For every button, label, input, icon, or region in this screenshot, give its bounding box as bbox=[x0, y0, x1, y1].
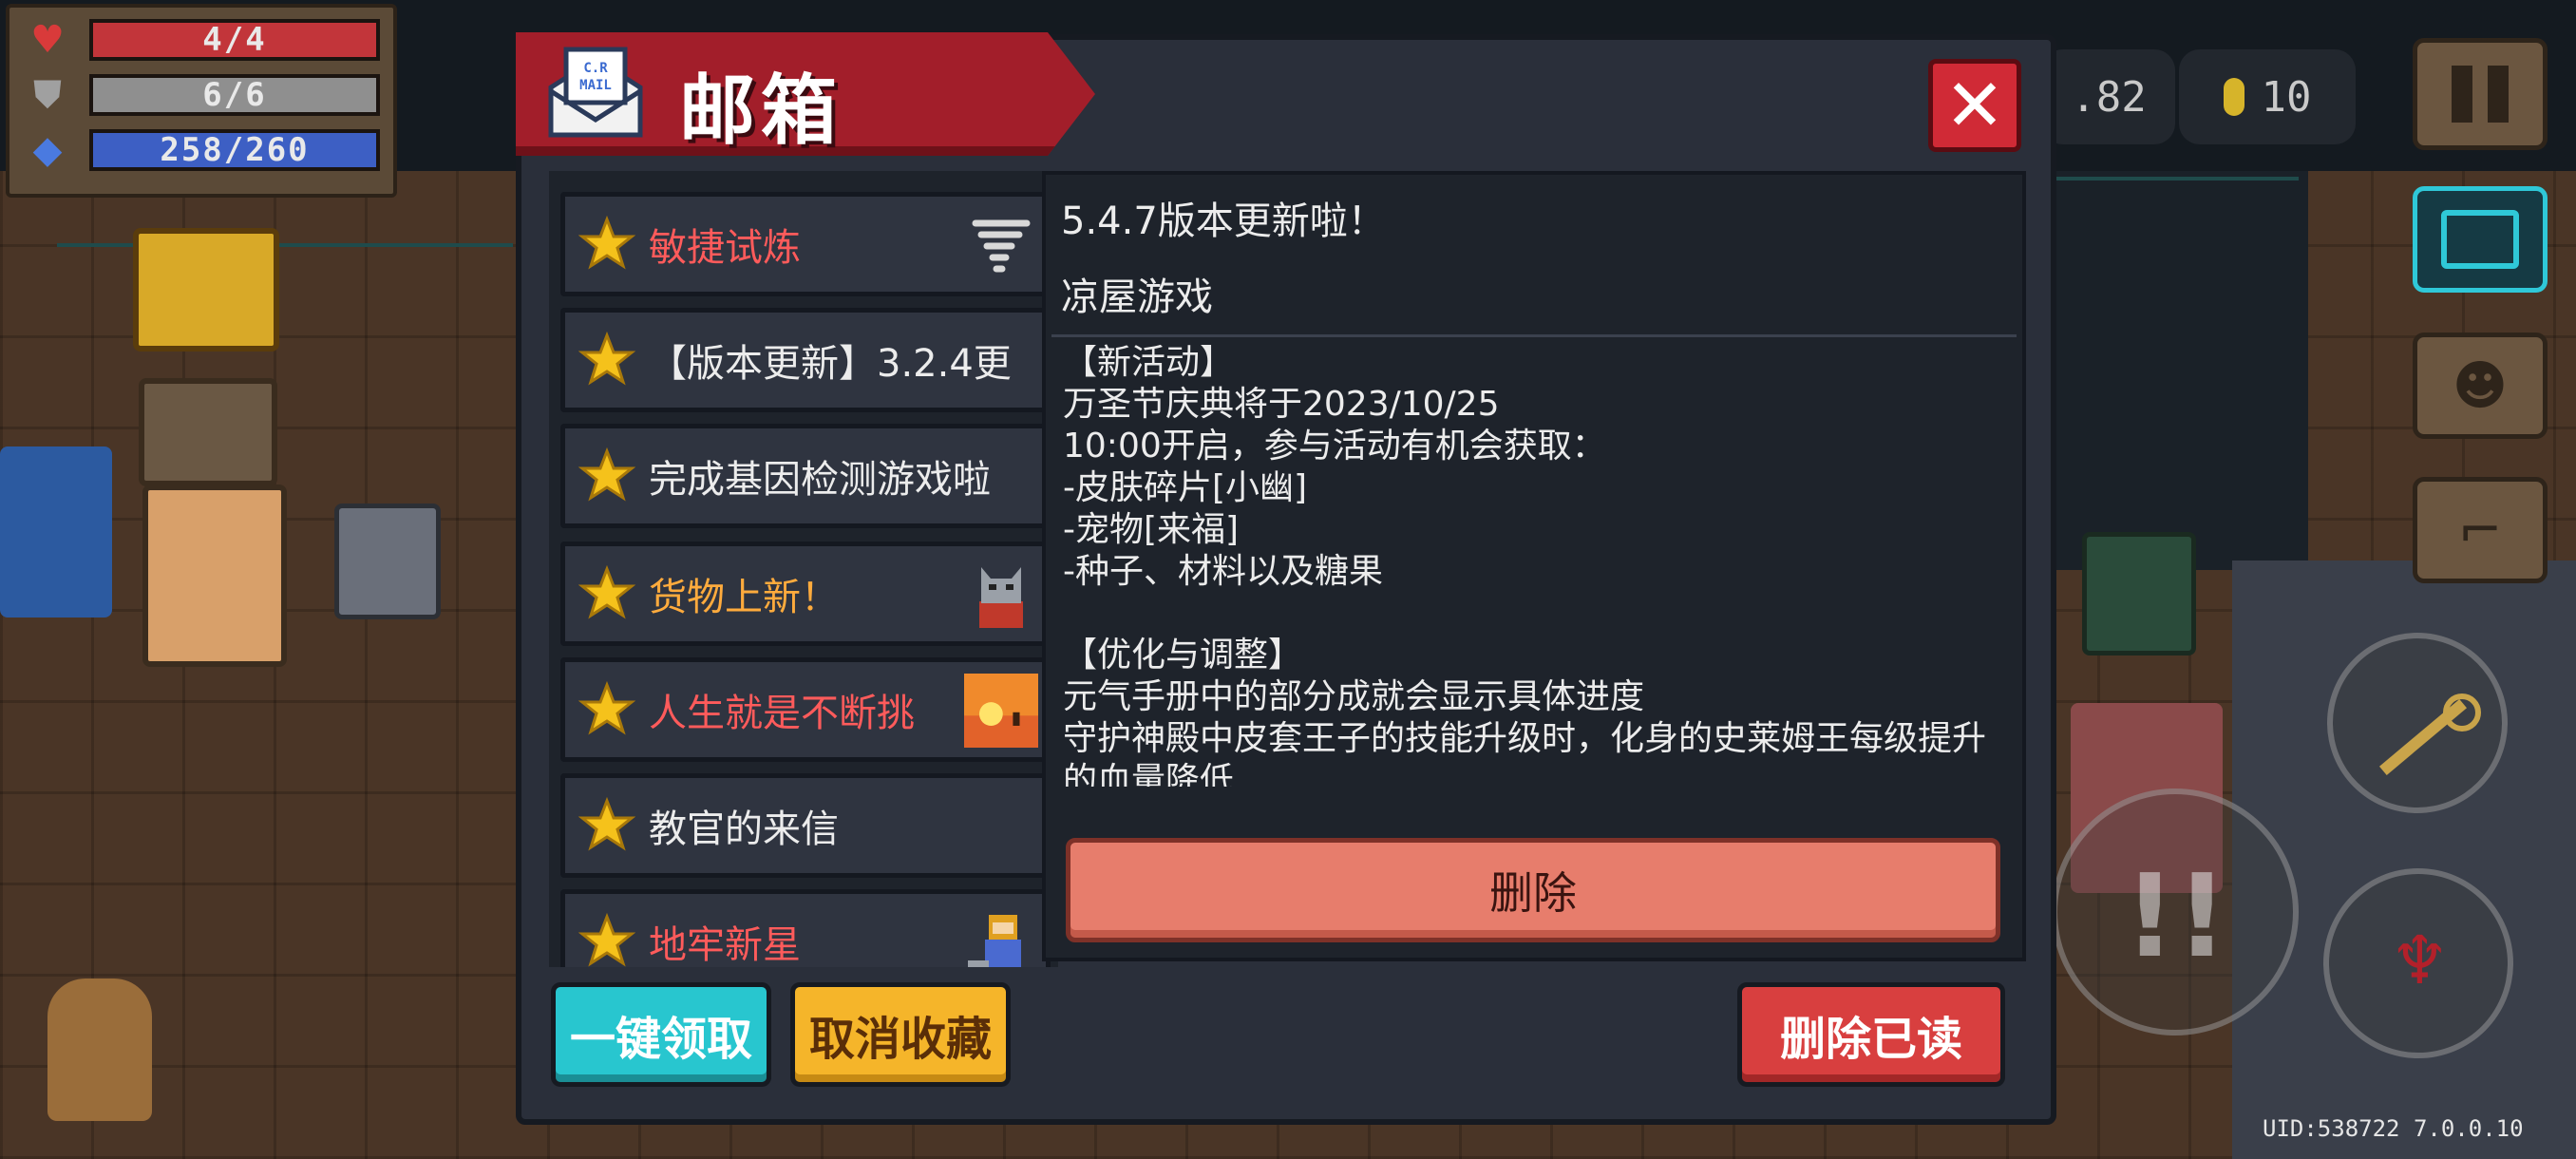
mail-sender: 凉屋游戏 bbox=[1061, 276, 1213, 319]
wall-line bbox=[2052, 177, 2299, 180]
player-status-panel: ♥ 4/4 ⛊ 6/6 ◆ 258/260 bbox=[6, 4, 397, 198]
mail-list-item[interactable]: 货物上新！ bbox=[560, 542, 1051, 646]
star-icon[interactable] bbox=[578, 797, 635, 854]
star-icon[interactable] bbox=[578, 681, 635, 738]
energy-bar: 258/260 bbox=[89, 129, 380, 171]
star-icon[interactable] bbox=[578, 447, 635, 504]
mail-list-item-label: 教官的来信 bbox=[649, 808, 839, 851]
mail-list-item-label: 敏捷试炼 bbox=[649, 226, 801, 270]
chat-button[interactable] bbox=[2413, 186, 2548, 293]
mail-list-item-label: 地牢新星 bbox=[649, 923, 801, 967]
mail-list[interactable]: 敏捷试炼【版本更新】3.2.4更 完成基因检测游戏啦 货物上新！ 人生就是不断挑 教官的… bbox=[549, 171, 1058, 967]
mail-list-item[interactable]: 【版本更新】3.2.4更 bbox=[560, 308, 1051, 412]
cat-icon bbox=[964, 558, 1038, 632]
mail-list-item[interactable]: 人生就是不断挑 bbox=[560, 657, 1051, 762]
green-cabinet bbox=[2082, 532, 2196, 656]
diamond-icon: ◆ bbox=[32, 128, 63, 172]
wall-line bbox=[57, 243, 513, 247]
mail-list-item-label: 完成基因检测游戏啦 bbox=[649, 458, 991, 502]
star-icon[interactable] bbox=[578, 913, 635, 967]
shield-icon: ⛊ bbox=[33, 73, 62, 117]
gem-count: .82 bbox=[2071, 72, 2147, 122]
bear-pet bbox=[47, 978, 152, 1121]
gacha-machine bbox=[142, 484, 287, 667]
heart-icon: ♥ bbox=[30, 18, 65, 62]
right-wall bbox=[2042, 171, 2308, 570]
pause-icon bbox=[2452, 66, 2509, 123]
star-icon[interactable] bbox=[578, 216, 635, 273]
star-icon[interactable] bbox=[578, 565, 635, 622]
weapon-staff-icon bbox=[2352, 684, 2485, 788]
recycle-board bbox=[139, 378, 277, 486]
stairs-button[interactable]: ⌐ bbox=[2413, 477, 2548, 583]
uid-version-label: UID:538722 7.0.0.10 bbox=[2263, 1115, 2524, 1142]
character-icon bbox=[964, 905, 1038, 967]
mail-list-item-label: 货物上新！ bbox=[649, 576, 839, 619]
svg-text:C.R: C.R bbox=[583, 61, 608, 76]
attack-button[interactable]: !! bbox=[2052, 788, 2299, 1036]
profile-button[interactable]: ☻ bbox=[2413, 332, 2548, 439]
claim-all-button[interactable]: 一键领取 bbox=[551, 982, 771, 1087]
mail-list-item[interactable]: 地牢新星 bbox=[560, 889, 1051, 967]
badge-board bbox=[133, 228, 279, 352]
close-button[interactable]: ✕ bbox=[1928, 59, 2021, 152]
mech-suit bbox=[0, 446, 112, 618]
armor-bar: 6/6 bbox=[89, 74, 380, 116]
gem-counter: .82 bbox=[2042, 49, 2175, 144]
coin-counter: 10 bbox=[2179, 49, 2356, 144]
tornado-icon bbox=[964, 208, 1038, 282]
mail-list-item-label: 人生就是不断挑 bbox=[649, 692, 915, 735]
mail-envelope-icon: C.R MAIL bbox=[543, 40, 648, 144]
star-icon[interactable] bbox=[578, 332, 635, 389]
mailbox-title: 邮箱 bbox=[679, 66, 843, 155]
sunset-icon bbox=[964, 674, 1038, 748]
delete-read-button[interactable]: 删除已读 bbox=[1737, 982, 2005, 1087]
mail-list-item[interactable]: 完成基因检测游戏啦 bbox=[560, 424, 1051, 528]
coin-count: 10 bbox=[2261, 72, 2312, 122]
mail-body[interactable]: 【新活动】 万圣节庆典将于2023/10/25 10:00开启，参与活动有机会获… bbox=[1063, 342, 2013, 787]
svg-text:MAIL: MAIL bbox=[579, 78, 612, 93]
exclamation-icon: !! bbox=[2124, 851, 2228, 983]
mail-list-item[interactable]: 敏捷试炼 bbox=[560, 192, 1051, 296]
pause-button[interactable] bbox=[2413, 38, 2548, 150]
hp-bar: 4/4 bbox=[89, 19, 380, 61]
close-icon: ✕ bbox=[1944, 63, 2005, 147]
mail-list-item[interactable]: 教官的来信 bbox=[560, 773, 1051, 878]
coin-icon bbox=[2223, 78, 2245, 116]
profile-icon: ☻ bbox=[2452, 354, 2509, 417]
unfavorite-button[interactable]: 取消收藏 bbox=[790, 982, 1011, 1087]
content-divider bbox=[1051, 334, 2017, 337]
chat-icon bbox=[2441, 210, 2519, 269]
cabinet bbox=[334, 504, 441, 619]
mail-title: 5.4.7版本更新啦！ bbox=[1061, 200, 1386, 243]
skill-button[interactable]: ♆ bbox=[2323, 868, 2513, 1058]
delete-button[interactable]: 删除 bbox=[1066, 838, 2000, 942]
stairs-icon: ⌐ bbox=[2457, 499, 2503, 561]
mail-list-item-label: 【版本更新】3.2.4更 bbox=[649, 342, 1012, 386]
skill-icon: ♆ bbox=[2390, 922, 2450, 999]
